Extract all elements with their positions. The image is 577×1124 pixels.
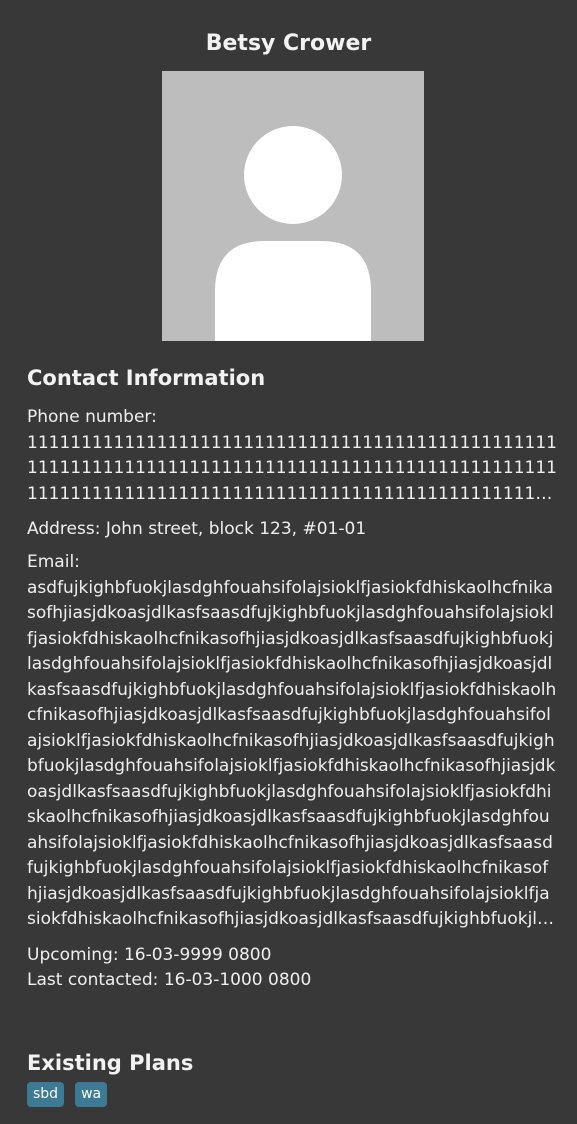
email-field: Email: asdfujkighbfuokjlasdghfouahsifola… <box>27 550 557 933</box>
contact-information-title: Contact Information <box>27 366 266 390</box>
plan-tags: sbd wa <box>27 1082 108 1107</box>
avatar <box>162 71 424 341</box>
contact-name: Betsy Crower <box>205 31 372 56</box>
contact-detail-panel: Betsy Crower Contact Information Phone n… <box>0 0 577 1124</box>
user-silhouette-icon <box>215 126 371 341</box>
last-contacted-field: Last contacted: 16-03-1000 0800 <box>27 970 312 990</box>
email-label: Email: <box>27 552 80 572</box>
phone-number-label: Phone number: <box>27 407 157 427</box>
phone-number-value: 1111111111111111111111111111111111111111… <box>27 432 557 504</box>
upcoming-field: Upcoming: 16-03-9999 0800 <box>27 945 272 965</box>
plan-tag-sbd[interactable]: sbd <box>27 1082 65 1107</box>
email-value: asdfujkighbfuokjlasdghfouahsifolajsioklf… <box>27 577 557 930</box>
existing-plans-title: Existing Plans <box>27 1051 194 1075</box>
plan-tag-wa[interactable]: wa <box>75 1082 108 1107</box>
address-field: Address: John street, block 123, #01-01 <box>27 519 367 539</box>
phone-number-field: Phone number: 11111111111111111111111111… <box>27 405 557 507</box>
